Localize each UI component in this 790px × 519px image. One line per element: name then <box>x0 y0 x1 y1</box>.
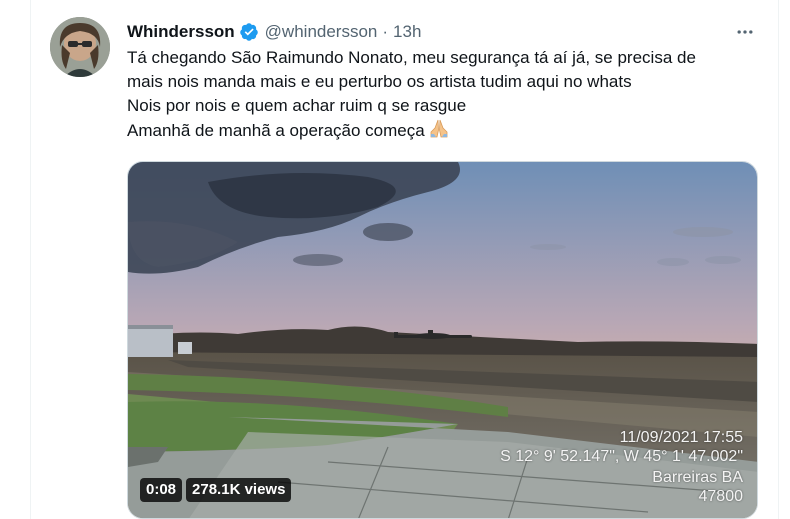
tweet-text-line: mais nois manda mais e eu perturbo os ar… <box>127 72 632 91</box>
verified-badge-icon <box>239 22 259 42</box>
video-duration: 0:08 <box>140 478 183 502</box>
more-options-icon[interactable] <box>733 20 757 44</box>
tweet-text-line: Tá chegando São Raimundo Nonato, meu seg… <box>127 48 696 67</box>
timeline-left-border <box>30 0 31 519</box>
avatar[interactable] <box>50 17 110 77</box>
video-overlay-coordinates: S 12° 9' 52.147", W 45° 1' 47.002" <box>500 448 743 465</box>
tweet-header: Whindersson @whindersson · 13h <box>127 20 421 44</box>
folded-hands-icon <box>428 118 450 145</box>
video-overlay-date: 11/09/2021 17:55 <box>619 429 743 446</box>
tweet-text: Tá chegando São Raimundo Nonato, meu seg… <box>127 46 767 145</box>
tweet-text-line: Amanhã de manhã a operação começa <box>127 121 425 140</box>
video-player[interactable]: 11/09/2021 17:55 S 12° 9' 52.147", W 45°… <box>127 161 758 519</box>
video-overlay-place: Barreiras BA <box>652 469 743 486</box>
video-info-pills: 0:08 278.1K views <box>140 478 292 502</box>
user-handle[interactable]: @whindersson <box>265 22 378 42</box>
separator-dot: · <box>382 22 389 41</box>
tweet-text-line: Nois por nois e quem achar ruim q se ras… <box>127 96 467 115</box>
display-name[interactable]: Whindersson <box>127 22 235 42</box>
tweet-text-line-with-emoji: Amanhã de manhã a operação começa <box>127 118 767 145</box>
video-views: 278.1K views <box>186 478 292 502</box>
timestamp[interactable]: 13h <box>393 22 421 42</box>
video-overlay-code: 47800 <box>698 488 744 505</box>
timeline-right-border <box>778 0 779 519</box>
